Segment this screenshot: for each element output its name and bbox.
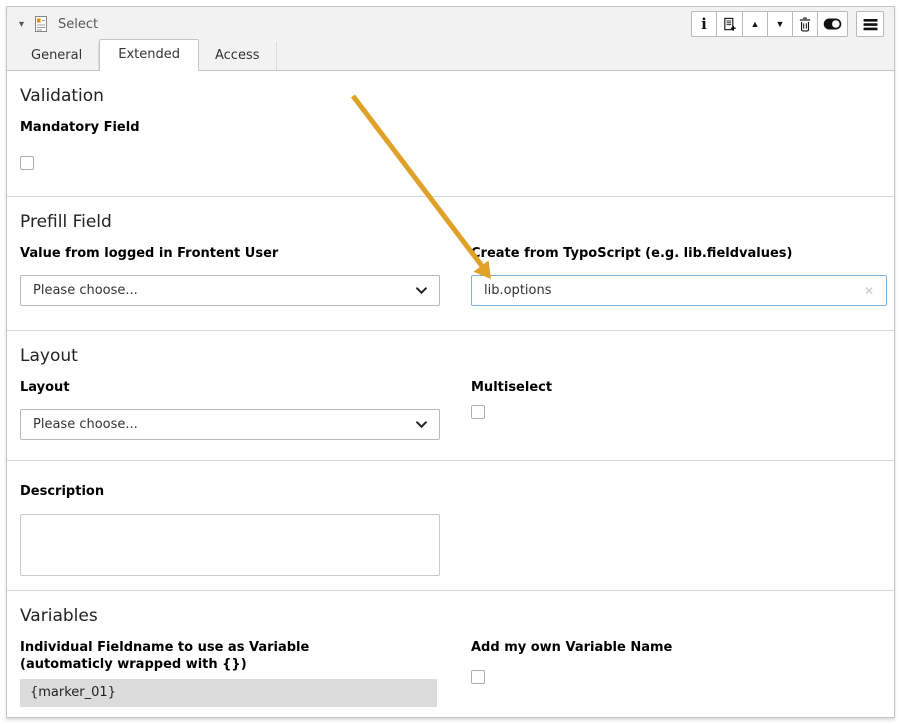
duplicate-button[interactable] <box>716 11 743 37</box>
tab-extended[interactable]: Extended <box>99 39 199 71</box>
own-variable-checkbox[interactable] <box>471 670 485 684</box>
select-value: Please choose... <box>33 417 138 432</box>
hamburger-icon <box>863 18 878 31</box>
move-down-button[interactable]: ▼ <box>767 11 793 37</box>
section-heading: Layout <box>20 346 881 366</box>
content-element-icon <box>33 16 49 32</box>
element-toolbar: i ▲ ▼ <box>691 11 884 37</box>
toolbar-button-group: i ▲ ▼ <box>691 11 848 37</box>
fieldname-variable-label: Individual Fieldname to use as Variable … <box>20 639 400 673</box>
trash-icon <box>798 17 812 32</box>
mandatory-field-label: Mandatory Field <box>20 119 881 136</box>
tab-access[interactable]: Access <box>199 42 277 70</box>
marker-readonly-input: {marker_01} <box>20 679 437 707</box>
section-description: Description <box>7 460 894 590</box>
multiselect-checkbox[interactable] <box>471 405 485 419</box>
arrow-up-icon: ▲ <box>751 20 760 29</box>
chevron-down-icon <box>416 287 427 294</box>
select-value: Please choose... <box>33 283 138 298</box>
multiselect-label: Multiselect <box>471 379 887 396</box>
layout-select[interactable]: Please choose... <box>20 409 440 440</box>
section-heading: Variables <box>20 606 881 626</box>
element-panel: ▾ Select i <box>6 6 895 718</box>
section-heading: Prefill Field <box>20 212 881 232</box>
typoscript-label: Create from TypoScript (e.g. lib.fieldva… <box>471 245 887 262</box>
element-title: Select <box>58 17 98 32</box>
description-label: Description <box>20 483 881 500</box>
info-icon: i <box>701 17 707 32</box>
clear-icon[interactable]: ✕ <box>864 285 874 297</box>
toggle-visibility-button[interactable] <box>817 11 848 37</box>
drag-handle-button[interactable] <box>856 11 884 37</box>
chevron-down-icon <box>416 421 427 428</box>
document-plus-icon <box>722 17 737 32</box>
toggle-icon <box>823 18 842 30</box>
delete-button[interactable] <box>792 11 818 37</box>
move-up-button[interactable]: ▲ <box>742 11 768 37</box>
typoscript-input[interactable]: lib.options ✕ <box>471 275 887 306</box>
section-prefill-field: Prefill Field Value from logged in Front… <box>7 196 894 330</box>
collapse-caret-icon[interactable]: ▾ <box>19 19 24 30</box>
section-heading: Validation <box>20 86 881 106</box>
input-value: lib.options <box>484 283 552 298</box>
arrow-down-icon: ▼ <box>776 20 785 29</box>
frontend-user-select[interactable]: Please choose... <box>20 275 440 306</box>
frontend-user-label: Value from logged in Frontent User <box>20 245 440 262</box>
own-variable-label: Add my own Variable Name <box>471 639 851 656</box>
mandatory-field-checkbox[interactable] <box>20 156 34 170</box>
tab-bar: General Extended Access <box>7 41 894 71</box>
section-variables: Variables Individual Fieldname to use as… <box>7 590 894 717</box>
description-textarea[interactable] <box>20 514 440 576</box>
section-validation: Validation Mandatory Field <box>7 71 894 196</box>
info-button[interactable]: i <box>691 11 717 37</box>
tab-content: Validation Mandatory Field Prefill Field… <box>7 71 894 717</box>
element-header: ▾ Select i <box>7 7 894 41</box>
layout-label: Layout <box>20 379 440 396</box>
section-layout: Layout Layout Please choose... Multisele… <box>7 330 894 460</box>
tab-general[interactable]: General <box>15 42 99 70</box>
